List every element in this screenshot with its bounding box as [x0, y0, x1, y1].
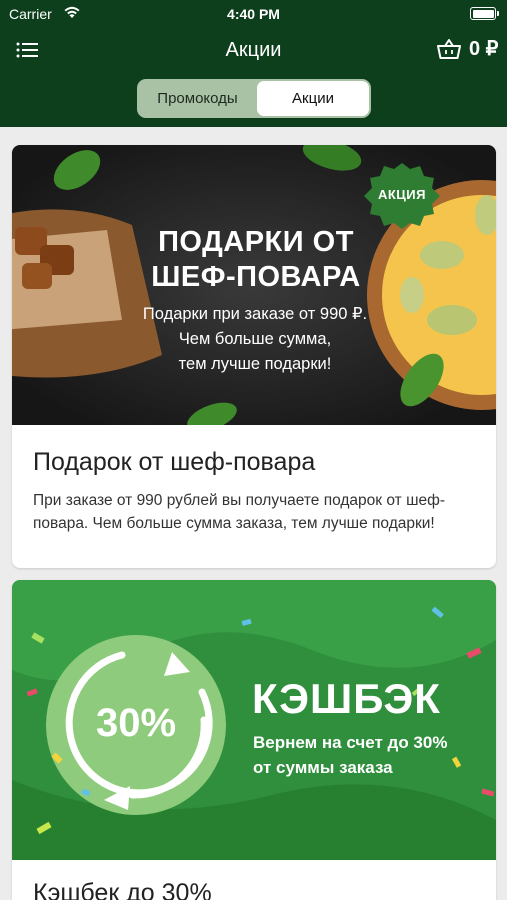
banner-headline: КЭШБЭК: [252, 675, 441, 722]
tab-promotions[interactable]: Акции: [257, 81, 369, 116]
cart-button[interactable]: 0 ₽: [436, 36, 504, 64]
tab-promo-codes[interactable]: Промокоды: [139, 81, 256, 116]
segmented-control: Промокоды Акции: [137, 79, 371, 118]
promo-card-cashback[interactable]: 30% КЭШБЭК Вернем на счет до 30% от сумм…: [12, 580, 496, 900]
banner-subtitle: Вернем на счет до 30% от суммы заказа: [253, 733, 448, 777]
promo-badge: АКЦИЯ: [377, 187, 426, 202]
banner-subtitle: Подарки при заказе от 990 ₽. Чем больше …: [142, 305, 368, 373]
promo-description: При заказе от 990 рублей вы получаете по…: [33, 492, 446, 532]
battery-icon: [470, 7, 499, 20]
basket-icon: [437, 39, 461, 59]
banner-headline: ПОДАРКИ ОТ ШЕФ-ПОВАРА: [151, 226, 361, 293]
status-time: 4:40 PM: [227, 6, 280, 22]
cart-amount: 0 ₽: [469, 38, 499, 60]
app-header: Carrier 4:40 PM Акции 0 ₽ Промокоды Акци…: [0, 0, 507, 127]
promo-card-chef-gift[interactable]: АКЦИЯ ПОДАРКИ ОТ ШЕФ-ПОВАРА Подарки при …: [12, 145, 496, 568]
status-bar: Carrier 4:40 PM: [0, 0, 507, 28]
page-title: Акции: [225, 39, 282, 61]
promo-title: Подарок от шеф-повара: [33, 448, 316, 476]
cashback-percent: 30%: [95, 701, 177, 745]
promo-title: Кэшбек до 30%: [33, 879, 212, 900]
